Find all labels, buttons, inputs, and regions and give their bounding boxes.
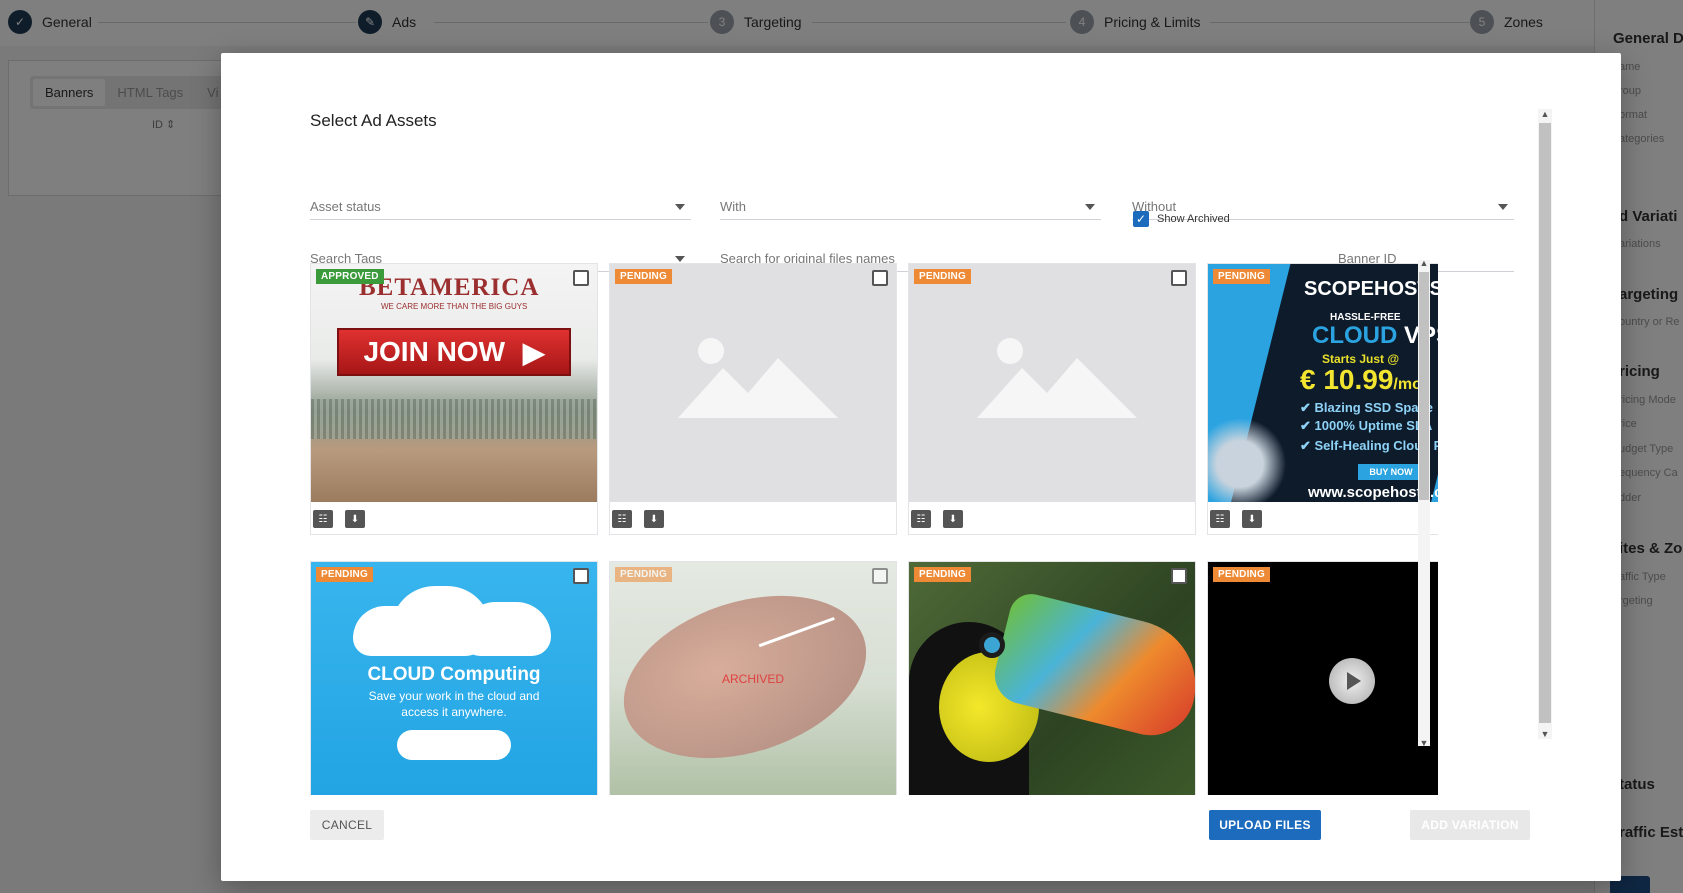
add-variation-button[interactable]: ADD VARIATION: [1410, 810, 1530, 840]
feature-text: 1000% Uptime SLA: [1314, 418, 1433, 433]
banner-logo-text: BETAMERICA: [359, 274, 540, 301]
select-assets-modal: Select Ad Assets Asset status With Witho…: [221, 53, 1621, 881]
banner-title: CLOUD Computing: [367, 664, 541, 685]
status-badge: PENDING: [914, 567, 971, 582]
banner-price: € 10.99/mo.: [1300, 364, 1426, 396]
download-icon[interactable]: ⬇: [644, 510, 664, 528]
mountain-icon: [678, 358, 838, 418]
asset-thumbnail[interactable]: [909, 264, 1195, 502]
grandstand-graphic: [311, 399, 597, 439]
banner-feature: ✔ 1000% Uptime SLA: [1300, 418, 1433, 433]
scroll-down-icon[interactable]: ▼: [1539, 729, 1551, 739]
details-icon[interactable]: ☷: [612, 510, 632, 528]
cloud-shape: [391, 586, 491, 656]
asset-grid: BETAMERICA WE CARE MORE THAN THE BIG GUY…: [310, 263, 1438, 795]
play-arrow-icon: ▶: [523, 336, 545, 368]
cloud-graphic: [1208, 404, 1288, 502]
asset-card[interactable]: CLOUD Computing Save your work in the cl…: [310, 561, 598, 795]
select-checkbox[interactable]: [872, 270, 888, 286]
checkbox-label: Show Archived: [1157, 213, 1230, 225]
download-icon[interactable]: ⬇: [943, 510, 963, 528]
asset-card[interactable]: PENDING ☷ ⬇: [908, 263, 1196, 535]
asset-thumbnail[interactable]: [610, 264, 896, 502]
asset-card[interactable]: ARCHIVED PENDING: [609, 561, 897, 795]
show-archived-checkbox[interactable]: ✓ Show Archived: [1133, 211, 1230, 227]
banner-buy-now: BUY NOW: [1358, 464, 1424, 480]
upload-files-button[interactable]: UPLOAD FILES: [1209, 810, 1321, 840]
headline-part: CLOUD: [1312, 322, 1398, 349]
select-checkbox[interactable]: [1171, 568, 1187, 584]
chevron-down-icon: [675, 203, 685, 210]
select-checkbox[interactable]: [573, 270, 589, 286]
banner-feature: ✔ Blazing SSD Space: [1300, 400, 1433, 415]
status-badge: PENDING: [615, 567, 672, 582]
asset-thumbnail[interactable]: ARCHIVED: [610, 562, 896, 795]
asset-thumbnail[interactable]: SCOPEHOSTS HASSLE-FREE CLOUD VPS Starts …: [1208, 264, 1438, 502]
field-label: Asset status: [310, 199, 381, 214]
asset-thumbnail[interactable]: [1208, 562, 1438, 795]
status-badge: PENDING: [615, 269, 672, 284]
modal-scrollbar[interactable]: ▲ ▼: [1538, 109, 1552, 739]
scroll-down-icon[interactable]: ▼: [1418, 738, 1430, 748]
details-icon[interactable]: ☷: [313, 510, 333, 528]
banner-subtitle: Save your work in the cloud and access i…: [368, 689, 540, 719]
banner-button: [397, 730, 511, 760]
asset-card[interactable]: PENDING: [1207, 561, 1438, 795]
scrollbar-thumb[interactable]: [1539, 123, 1551, 723]
modal-title: Select Ad Assets: [310, 111, 437, 130]
scrollbar-thumb[interactable]: [1419, 272, 1429, 500]
status-badge: PENDING: [316, 567, 373, 582]
field-label: With: [720, 199, 746, 214]
select-checkbox[interactable]: [872, 568, 888, 584]
banner-cta: JOIN NOW ▶: [337, 328, 571, 376]
select-checkbox[interactable]: [1171, 270, 1187, 286]
asset-footer: ☷ ⬇: [311, 502, 597, 534]
asset-card[interactable]: PENDING ☷ ⬇: [609, 263, 897, 535]
asset-card[interactable]: BETAMERICA WE CARE MORE THAN THE BIG GUY…: [310, 263, 598, 535]
banner-tagline: WE CARE MORE THAN THE BIG GUYS: [381, 302, 528, 311]
archived-label: ARCHIVED: [721, 672, 784, 686]
asset-card[interactable]: SCOPEHOSTS HASSLE-FREE CLOUD VPS Starts …: [1207, 263, 1438, 535]
download-icon[interactable]: ⬇: [345, 510, 365, 528]
chevron-down-icon: [675, 255, 685, 262]
asset-footer: ☷ ⬇: [1208, 502, 1438, 534]
grid-scrollbar[interactable]: ▲ ▼: [1418, 258, 1430, 748]
asset-footer: ☷ ⬇: [610, 502, 896, 534]
scroll-up-icon[interactable]: ▲: [1418, 258, 1430, 268]
cancel-button[interactable]: CANCEL: [310, 810, 384, 840]
asset-thumbnail[interactable]: [909, 562, 1195, 795]
asset-thumbnail[interactable]: CLOUD Computing Save your work in the cl…: [311, 562, 597, 795]
asset-thumbnail[interactable]: BETAMERICA WE CARE MORE THAN THE BIG GUY…: [311, 264, 597, 502]
chevron-down-icon: [1498, 203, 1508, 210]
feature-text: Blazing SSD Space: [1314, 400, 1433, 415]
details-icon[interactable]: ☷: [911, 510, 931, 528]
download-icon[interactable]: ⬇: [1242, 510, 1262, 528]
mountain-icon: [977, 358, 1137, 418]
status-badge: PENDING: [1213, 567, 1270, 582]
toucan-eye: [979, 632, 1005, 658]
status-badge: PENDING: [914, 269, 971, 284]
scroll-up-icon[interactable]: ▲: [1539, 109, 1551, 119]
asset-footer: ☷ ⬇: [909, 502, 1195, 534]
select-checkbox[interactable]: [573, 568, 589, 584]
details-icon[interactable]: ☷: [1210, 510, 1230, 528]
price-value: € 10.99: [1300, 364, 1394, 395]
chevron-down-icon: [1085, 203, 1095, 210]
asset-status-select[interactable]: Asset status: [310, 194, 691, 220]
play-icon[interactable]: [1329, 658, 1375, 704]
status-badge: PENDING: [1213, 269, 1270, 284]
banner-cta-text: JOIN NOW: [363, 336, 505, 367]
status-badge: APPROVED: [316, 269, 384, 284]
with-select[interactable]: With: [720, 194, 1101, 220]
checkbox-checked-icon: ✓: [1133, 211, 1149, 227]
asset-card[interactable]: PENDING: [908, 561, 1196, 795]
